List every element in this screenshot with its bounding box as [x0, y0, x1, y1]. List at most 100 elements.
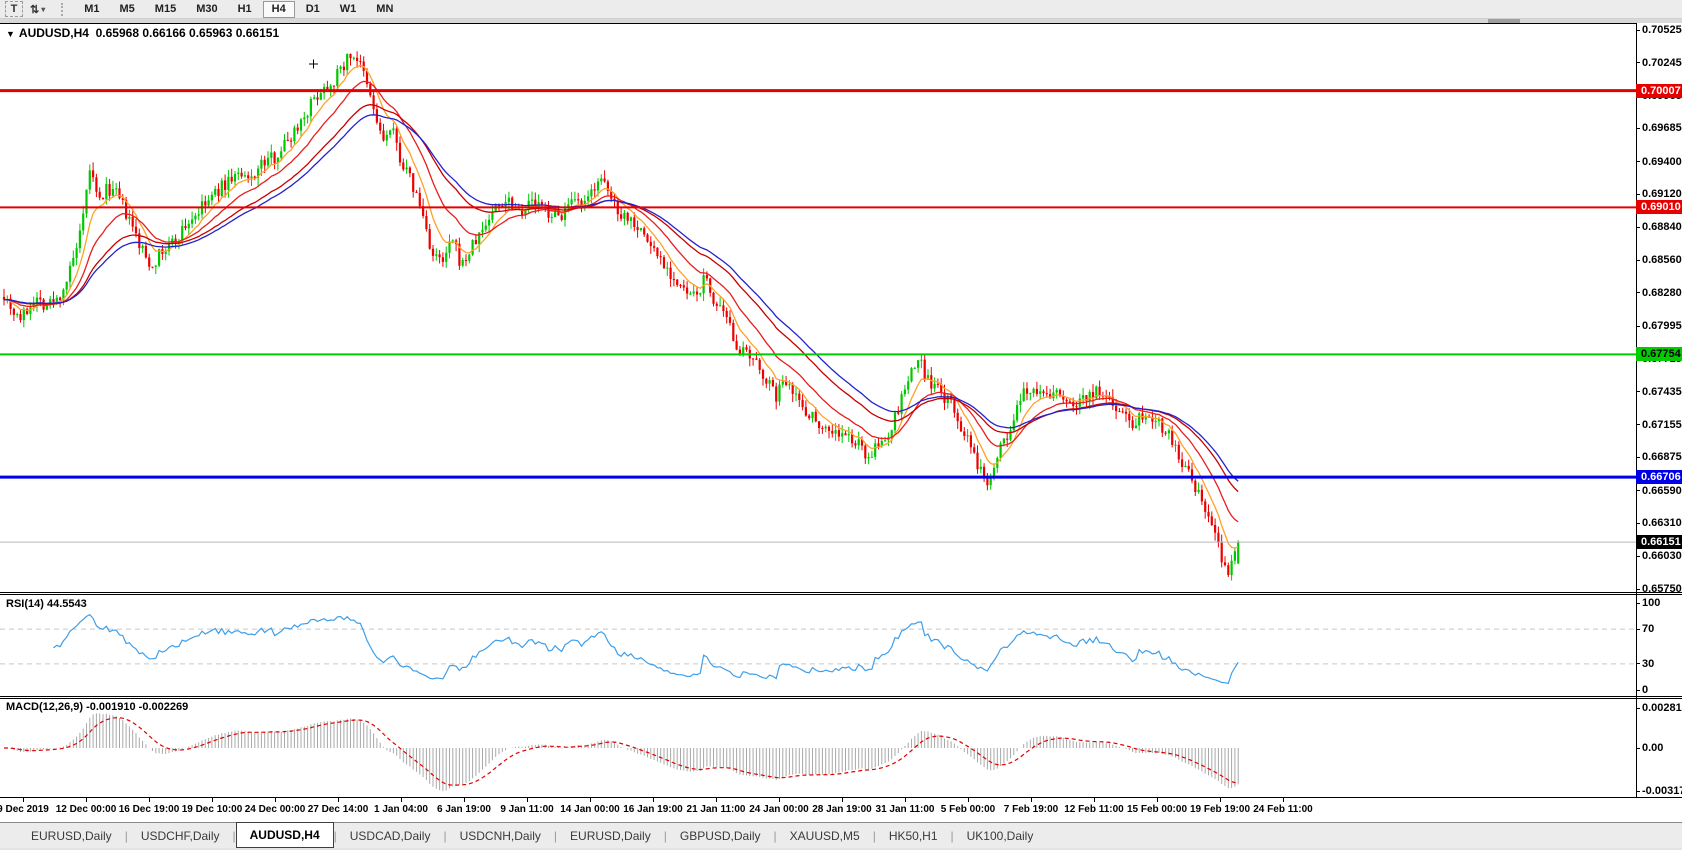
rsi-axis-label: 0: [1642, 683, 1648, 697]
price-axis-label: 0.70525: [1642, 23, 1682, 37]
timeframe-button-w1[interactable]: W1: [331, 1, 366, 18]
price-axis-label: 0.66030: [1642, 549, 1682, 563]
time-axis-tick: [590, 798, 591, 802]
time-axis-tick: [1157, 798, 1158, 802]
price-axis-label: 0.69685: [1642, 121, 1682, 135]
timeframe-button-m15[interactable]: M15: [146, 1, 185, 18]
price-line-label: 0.66151: [1636, 535, 1682, 549]
price-axis-tick: [1636, 391, 1640, 392]
time-axis: 9 Dec 201912 Dec 00:0016 Dec 19:0019 Dec…: [0, 797, 1682, 822]
macd-panel-top-border: [0, 698, 1682, 699]
macd-axis-label: 0.002817: [1642, 701, 1682, 715]
chart-tab-xauusd-m5[interactable]: XAUUSD,M5: [777, 823, 873, 848]
timeframe-button-d1[interactable]: D1: [297, 1, 329, 18]
price-axis-label: 0.66875: [1642, 450, 1682, 464]
crosshair-marker: [309, 60, 318, 69]
chart-tab-eurusd-daily[interactable]: EURUSD,Daily: [557, 823, 664, 848]
macd-axis-tick: [1636, 748, 1640, 749]
timeframe-button-group: M1M5M15M30H1H4D1W1MN: [74, 1, 403, 18]
rsi-panel-top-border: [0, 594, 1682, 595]
time-axis-tick: [653, 798, 654, 802]
timeframe-button-h4[interactable]: H4: [263, 1, 295, 18]
chart-tab-uk100-daily[interactable]: UK100,Daily: [954, 823, 1047, 848]
time-axis-tick: [1094, 798, 1095, 802]
chart-tab-usdchf-daily[interactable]: USDCHF,Daily: [128, 823, 233, 848]
time-axis-tick: [1220, 798, 1221, 802]
main-panel-bottom-border: [0, 592, 1682, 593]
chart-tab-audusd-h4[interactable]: AUDUSD,H4: [236, 822, 334, 848]
time-axis-tick: [968, 798, 969, 802]
macd-indicator-label: MACD(12,26,9) -0.001910 -0.002269: [6, 701, 188, 713]
macd-axis-label: 0.00: [1642, 741, 1663, 755]
time-axis-tick: [275, 798, 276, 802]
arrows-tool-button[interactable]: ⇅ ▾: [25, 1, 50, 17]
macd-panel-canvas[interactable]: [0, 698, 1636, 797]
rsi-axis-tick: [1636, 690, 1640, 691]
price-axis-tick: [1636, 490, 1640, 491]
price-axis-label: 0.68280: [1642, 286, 1682, 300]
price-axis-label: 0.67995: [1642, 319, 1682, 333]
time-axis-tick: [1283, 798, 1284, 802]
sort-arrows-icon: ⇅: [30, 3, 39, 16]
price-axis-tick: [1636, 424, 1640, 425]
price-line-label: 0.70007: [1636, 84, 1682, 98]
price-axis-tick: [1636, 523, 1640, 524]
price-axis-tick: [1636, 260, 1640, 261]
price-axis-label: 0.67155: [1642, 418, 1682, 432]
rsi-panel-bottom-border: [0, 696, 1682, 697]
chevron-down-icon: ▾: [41, 5, 45, 14]
price-line-label: 0.66706: [1636, 470, 1682, 484]
timeframe-button-m5[interactable]: M5: [111, 1, 144, 18]
rsi-axis-tick: [1636, 603, 1640, 604]
chart-tab-hk50-h1[interactable]: HK50,H1: [876, 823, 951, 848]
price-axis-tick: [1636, 326, 1640, 327]
rsi-axis-label: 70: [1642, 622, 1654, 636]
price-axis-label: 0.68560: [1642, 253, 1682, 267]
price-axis-label: 0.68840: [1642, 220, 1682, 234]
rsi-axis-label: 30: [1642, 657, 1654, 671]
price-axis-label: 0.69400: [1642, 155, 1682, 169]
chart-tab-usdcnh-daily[interactable]: USDCNH,Daily: [447, 823, 554, 848]
rsi-indicator-label: RSI(14) 44.5543: [6, 598, 87, 610]
timeframe-button-mn[interactable]: MN: [367, 1, 402, 18]
time-axis-tick: [86, 798, 87, 802]
price-axis-label: 0.65750: [1642, 582, 1682, 596]
time-axis-tick: [23, 798, 24, 802]
time-axis-label: 24 Feb 11:00: [1238, 804, 1328, 815]
toolbar-grip: [61, 3, 66, 16]
timeframe-button-h1[interactable]: H1: [229, 1, 261, 18]
price-axis-label: 0.66310: [1642, 516, 1682, 530]
chart-tab-usdcad-daily[interactable]: USDCAD,Daily: [337, 823, 444, 848]
time-axis-tick: [1031, 798, 1032, 802]
time-axis-tick: [527, 798, 528, 802]
price-axis-tick: [1636, 292, 1640, 293]
price-axis-tick: [1636, 161, 1640, 162]
timeframe-button-m30[interactable]: M30: [187, 1, 226, 18]
time-axis-tick: [779, 798, 780, 802]
chart-tab-eurusd-daily[interactable]: EURUSD,Daily: [18, 823, 125, 848]
price-axis-label: 0.70245: [1642, 56, 1682, 70]
rsi-axis-tick: [1636, 663, 1640, 664]
trading-terminal-window: T ⇅ ▾ M1M5M15M30H1H4D1W1MN ▼AUDUSD,H4 0.…: [0, 0, 1682, 850]
time-axis-tick: [149, 798, 150, 802]
chart-ohlc-values: 0.65968 0.66166 0.65963 0.66151: [96, 26, 280, 40]
macd-axis-label: -0.003179: [1642, 784, 1682, 798]
price-axis-tick: [1636, 556, 1640, 557]
time-axis-tick: [401, 798, 402, 802]
price-axis-tick: [1636, 227, 1640, 228]
macd-axis-tick: [1636, 791, 1640, 792]
main-chart-canvas[interactable]: [0, 23, 1636, 592]
rsi-axis-tick: [1636, 629, 1640, 630]
main-panel-top-border: [0, 23, 1636, 24]
chart-tab-gbpusd-daily[interactable]: GBPUSD,Daily: [667, 823, 774, 848]
chevron-down-icon: ▼: [6, 29, 15, 39]
time-axis-tick: [842, 798, 843, 802]
chart-title: ▼AUDUSD,H4 0.65968 0.66166 0.65963 0.661…: [6, 26, 279, 40]
rsi-panel-canvas[interactable]: [0, 594, 1636, 696]
price-line-label: 0.67754: [1636, 347, 1682, 361]
timeframe-button-m1[interactable]: M1: [75, 1, 108, 18]
price-axis-label: 0.67435: [1642, 385, 1682, 399]
price-axis: 0.705250.702450.699650.696850.694000.691…: [1636, 0, 1682, 850]
rsi-axis-label: 100: [1642, 596, 1660, 610]
text-tool-button[interactable]: T: [5, 1, 23, 17]
